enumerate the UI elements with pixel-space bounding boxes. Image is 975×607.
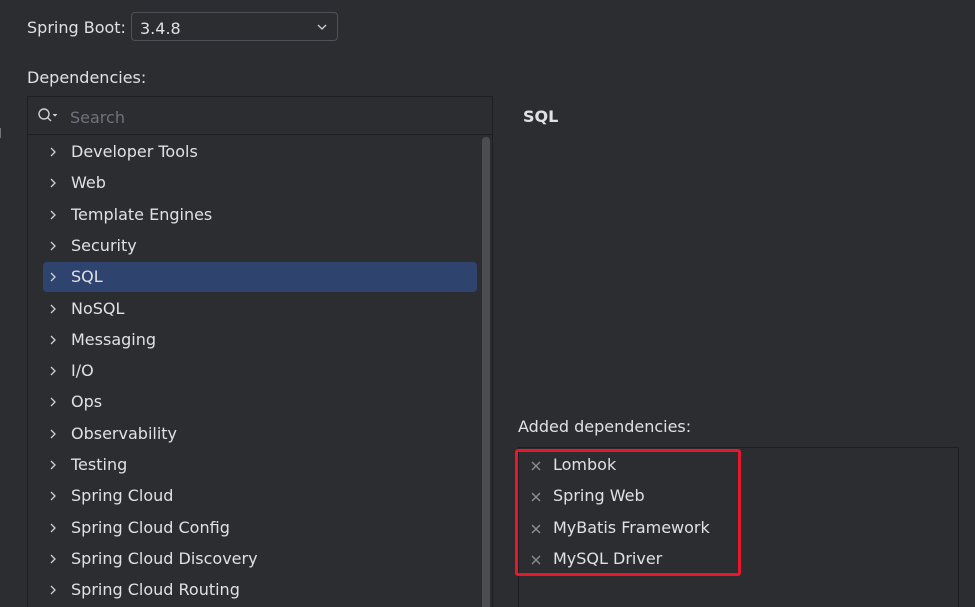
chevron-right-icon[interactable] — [47, 364, 59, 378]
tree-item[interactable]: NoSQL — [43, 294, 477, 324]
chevron-right-icon[interactable] — [47, 521, 59, 535]
added-dependency-label: MyBatis Framework — [553, 517, 710, 537]
chevron-right-icon[interactable] — [47, 145, 59, 159]
tree-item-label: I/O — [71, 361, 94, 381]
chevron-right-icon[interactable] — [47, 552, 59, 566]
added-dependencies-list: Lombok Spring Web MyBatis Framework MySQL D… — [518, 447, 959, 607]
chevron-down-icon — [317, 24, 327, 30]
added-dependency-label: Lombok — [553, 455, 617, 474]
added-dependency-item: Lombok — [529, 452, 829, 480]
tree-item[interactable]: I/O — [43, 356, 477, 386]
tree-item[interactable]: Spring Cloud — [43, 481, 477, 511]
close-icon[interactable] — [529, 522, 543, 536]
tree-scrollbar[interactable] — [482, 137, 490, 607]
added-dependency-label: MySQL Driver — [553, 548, 663, 568]
close-icon[interactable] — [529, 490, 543, 504]
chevron-right-icon[interactable] — [47, 395, 59, 409]
added-dependency-item: Spring Web — [529, 483, 829, 511]
window-edge-mark — [0, 128, 4, 138]
added-dependencies-label: Added dependencies: — [518, 417, 692, 436]
added-dependency-item: MyBatis Framework — [529, 515, 829, 543]
chevron-right-icon[interactable] — [47, 176, 59, 190]
tree-item[interactable]: Spring Cloud Config — [43, 513, 477, 543]
chevron-right-icon[interactable] — [47, 239, 59, 253]
tree-item-label: NoSQL — [71, 298, 125, 318]
tree-item-label: SQL — [71, 267, 103, 287]
tree-item[interactable]: Spring Cloud Discovery — [43, 544, 477, 574]
tree-item[interactable]: Messaging — [43, 325, 477, 355]
tree-item[interactable]: Ops — [43, 387, 477, 417]
tree-item[interactable]: Testing — [43, 450, 477, 480]
chevron-right-icon[interactable] — [47, 583, 59, 597]
tree-item-label: Spring Cloud — [71, 486, 174, 506]
tree-item[interactable]: Security — [43, 231, 477, 261]
tree-item-label: Template Engines — [71, 204, 213, 224]
tree-item-label: Security — [71, 235, 137, 255]
search-input[interactable] — [68, 105, 472, 129]
chevron-right-icon[interactable] — [47, 208, 59, 222]
chevron-right-icon[interactable] — [47, 427, 59, 441]
added-dependency-label: Spring Web — [553, 486, 645, 506]
tree-item[interactable]: Observability — [43, 419, 477, 449]
tree-item[interactable]: Template Engines — [43, 200, 477, 230]
tree-item-label: Messaging — [71, 329, 157, 349]
chevron-right-icon[interactable] — [47, 333, 59, 347]
tree-item-label: Developer Tools — [71, 142, 198, 161]
close-icon[interactable] — [529, 459, 543, 473]
new-project-dependencies-page: Spring Boot: 3.4.8 Dependencies: Develop… — [0, 0, 975, 607]
spring-boot-version-value: 3.4.8 — [140, 19, 181, 38]
spring-boot-version-select[interactable]: 3.4.8 — [131, 12, 338, 41]
tree-item[interactable]: Spring Cloud Routing — [43, 575, 477, 605]
dependencies-label: Dependencies: — [27, 68, 147, 87]
search-bar — [28, 97, 492, 135]
tree-item-label: Ops — [71, 392, 103, 412]
tree-item-label: Spring Cloud Routing — [71, 580, 240, 600]
tree-item-label: Testing — [71, 455, 128, 474]
tree-item[interactable]: Developer Tools — [43, 137, 477, 167]
spring-boot-label: Spring Boot: — [27, 18, 126, 37]
tree-item-label: Observability — [71, 423, 178, 443]
detail-title: SQL — [523, 107, 559, 126]
chevron-right-icon[interactable] — [47, 458, 59, 472]
chevron-right-icon[interactable] — [47, 302, 59, 316]
chevron-right-icon[interactable] — [47, 270, 59, 284]
tree-item[interactable]: SQL — [43, 262, 477, 293]
search-icon[interactable] — [37, 107, 59, 125]
chevron-right-icon[interactable] — [47, 489, 59, 503]
close-icon[interactable] — [529, 553, 543, 567]
added-dependency-item: MySQL Driver — [529, 546, 829, 574]
tree-item-label: Web — [71, 173, 106, 193]
tree-item-label: Spring Cloud Discovery — [71, 548, 258, 568]
tree-item[interactable]: Web — [43, 168, 477, 198]
tree-item-label: Spring Cloud Config — [71, 517, 230, 537]
dependencies-panel: Developer Tools Web Template Engines Securi… — [27, 96, 493, 607]
